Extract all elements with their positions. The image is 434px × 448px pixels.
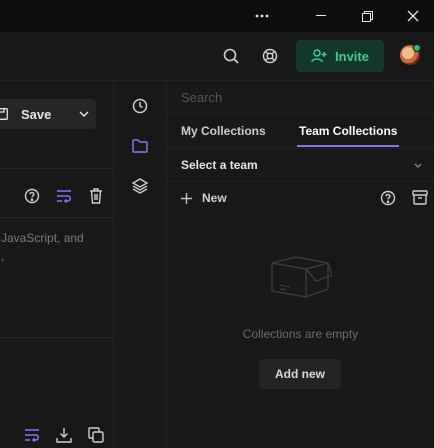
chevron-down-icon[interactable] — [79, 111, 89, 117]
divider — [0, 337, 113, 338]
archive-icon[interactable] — [412, 190, 428, 205]
plus-icon — [181, 192, 192, 204]
close-icon — [407, 10, 419, 22]
clear-button[interactable] — [87, 187, 105, 205]
support-button[interactable] — [259, 45, 281, 67]
new-collection-button[interactable]: New — [181, 189, 227, 207]
download-button[interactable] — [55, 426, 73, 444]
avatar[interactable] — [400, 44, 421, 65]
minimize-icon — [316, 15, 326, 16]
online-status-dot — [413, 44, 421, 52]
collections-tabs: My Collections Team Collections — [167, 113, 434, 149]
search-icon — [223, 48, 239, 64]
description-text: JavaScript, and , — [1, 229, 111, 265]
copy-button[interactable] — [87, 426, 105, 444]
lifebuoy-icon — [262, 48, 278, 64]
invite-label: Invite — [335, 48, 369, 64]
search-button[interactable] — [220, 45, 242, 67]
team-select-label: Select a team — [181, 158, 258, 172]
collections-panel: Search My Collections Team Collections S… — [167, 81, 434, 448]
tab-team-collections[interactable]: Team Collections — [299, 124, 397, 138]
description-line-1: JavaScript, and — [1, 231, 84, 245]
help-circle-icon — [24, 188, 40, 204]
collections-search-input[interactable]: Search — [181, 90, 222, 105]
active-tab-indicator — [297, 145, 399, 147]
wrap-response-button[interactable] — [23, 426, 41, 444]
restore-button[interactable] — [344, 0, 390, 32]
invite-button[interactable]: Invite — [296, 40, 384, 72]
download-icon — [56, 428, 72, 443]
tab-my-collections[interactable]: My Collections — [181, 124, 266, 138]
chevron-down-icon — [414, 163, 422, 168]
request-pane: Save JavaScript, and , — [0, 81, 114, 448]
wrap-lines-icon — [57, 190, 71, 203]
wrap-lines-button[interactable] — [55, 187, 73, 205]
copy-icon — [88, 427, 104, 443]
add-new-collection-button[interactable]: Add new — [259, 359, 341, 389]
more-horizontal-icon — [255, 14, 269, 18]
rail-item-collections[interactable] — [129, 135, 151, 157]
trash-icon — [90, 188, 102, 204]
folder-icon — [132, 139, 148, 153]
empty-box-illustration — [271, 256, 332, 298]
wrap-lines-icon — [25, 429, 39, 442]
new-label: New — [202, 191, 227, 205]
history-icon — [132, 98, 148, 114]
team-select[interactable]: Select a team — [167, 149, 434, 182]
add-user-icon — [311, 49, 327, 63]
layers-icon — [132, 178, 148, 194]
rail-item-history[interactable] — [129, 95, 151, 117]
save-icon — [0, 108, 8, 120]
app-header: Invite — [0, 32, 434, 81]
restore-icon — [361, 10, 373, 22]
collections-toolbar: New — [167, 182, 434, 214]
help-circle-icon[interactable] — [380, 190, 396, 206]
sidebar-rail — [114, 81, 167, 448]
divider — [0, 168, 113, 169]
minimize-button[interactable] — [298, 0, 344, 32]
close-button[interactable] — [390, 0, 434, 32]
description-line-2: , — [1, 249, 5, 263]
divider — [0, 217, 113, 218]
rail-item-environments[interactable] — [129, 175, 151, 197]
empty-state-text: Collections are empty — [242, 327, 359, 341]
save-button[interactable]: Save — [0, 99, 96, 129]
window-titlebar — [0, 0, 434, 32]
save-label: Save — [21, 106, 52, 122]
more-options-button[interactable] — [239, 0, 285, 32]
help-button[interactable] — [23, 187, 41, 205]
